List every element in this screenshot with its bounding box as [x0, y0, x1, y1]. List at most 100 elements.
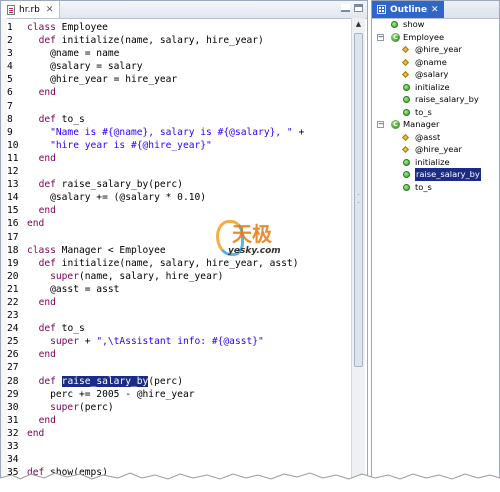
code-text: end — [27, 414, 56, 427]
field-icon — [401, 58, 410, 66]
code-text: end — [27, 86, 56, 99]
outline-node-label: raise_salary_by — [415, 94, 479, 104]
line-number: 20 — [7, 270, 19, 282]
code-text: end — [27, 348, 56, 361]
outline-node[interactable]: to_s — [372, 106, 499, 119]
code-line[interactable]: 14 @salary += (@salary * 0.10) — [7, 191, 337, 204]
code-token: super — [50, 401, 79, 413]
editor-tab-hr-rb[interactable]: hr.rb ✕ — [1, 1, 61, 18]
editor-vertical-scrollbar[interactable]: ▲ — [351, 18, 365, 491]
code-line[interactable]: 33 — [7, 440, 337, 453]
line-number: 23 — [7, 310, 19, 322]
close-icon[interactable]: ✕ — [46, 5, 54, 15]
scrollbar-thumb[interactable] — [354, 33, 363, 367]
code-line[interactable]: 18 class Manager < Employee — [7, 244, 337, 257]
outline-node[interactable]: show — [372, 18, 499, 31]
code-text: end — [27, 204, 56, 217]
code-line[interactable]: 26 end — [7, 348, 337, 361]
code-text: end — [27, 217, 44, 230]
outline-node[interactable]: raise_salary_by — [372, 93, 499, 106]
code-line[interactable]: 8 def to_s — [7, 113, 337, 126]
ruby-file-icon — [7, 4, 15, 15]
outline-node[interactable]: @name — [372, 56, 499, 69]
outline-node[interactable]: @salary — [372, 68, 499, 81]
code-line[interactable]: 5 @hire_year = hire_year — [7, 73, 337, 86]
line-number: 9 — [7, 126, 13, 138]
code-text: super(perc) — [27, 401, 114, 414]
code-token: end — [38, 152, 56, 164]
code-line[interactable]: 11 end — [7, 152, 337, 165]
outline-node[interactable]: to_s — [372, 181, 499, 194]
code-line[interactable]: 29 perc += 2005 - @hire_year — [7, 388, 337, 401]
code-line[interactable]: 6 end — [7, 86, 337, 99]
outline-node[interactable]: − C Manager — [372, 118, 499, 131]
code-text: class Employee — [27, 21, 108, 34]
code-line[interactable]: 20 super(name, salary, hire_year) — [7, 270, 337, 283]
outline-node-label: raise_salary_by — [415, 168, 481, 181]
method-icon — [403, 183, 410, 191]
code-line[interactable]: 21 @asst = asst — [7, 283, 337, 296]
code-line[interactable]: 17 — [7, 231, 337, 244]
code-area[interactable]: 1 class Employee 2 def initialize(name, sa… — [7, 21, 337, 479]
code-line[interactable]: 22 end — [7, 296, 337, 309]
outline-node[interactable]: − C Employee — [372, 31, 499, 44]
code-token: + — [292, 126, 305, 138]
code-line[interactable]: 16 end — [7, 217, 337, 230]
method-icon — [403, 158, 410, 166]
code-line[interactable]: 10 "hire year is #{@hire_year}" — [7, 139, 337, 152]
code-line[interactable]: 28 def raise_salary_by(perc) — [7, 375, 337, 388]
code-line[interactable]: 12 — [7, 165, 337, 178]
torn-edge — [0, 472, 500, 492]
outline-node[interactable]: @hire_year — [372, 143, 499, 156]
line-number: 8 — [7, 113, 13, 125]
code-line[interactable]: 31 end — [7, 414, 337, 427]
collapse-icon[interactable]: − — [377, 33, 384, 41]
line-number: 29 — [7, 388, 19, 400]
code-line[interactable]: 27 — [7, 361, 337, 374]
code-line[interactable]: 2 def initialize(name, salary, hire_year… — [7, 34, 337, 47]
editor-tab-label: hr.rb — [19, 4, 40, 15]
code-text: @asst = asst — [27, 283, 119, 296]
code-text: perc += 2005 - @hire_year — [27, 388, 194, 401]
code-token: super — [50, 270, 79, 282]
outline-node[interactable]: initialize — [372, 156, 499, 169]
outline-node[interactable]: @asst — [372, 131, 499, 144]
code-line[interactable]: 9 "Name is #{@name}, salary is #{@salary… — [7, 126, 337, 139]
line-number: 11 — [7, 152, 19, 164]
code-line[interactable]: 13 def raise_salary_by(perc) — [7, 178, 337, 191]
code-line[interactable]: 15 end — [7, 204, 337, 217]
code-line[interactable]: 30 super(perc) — [7, 401, 337, 414]
code-line[interactable]: 3 @name = name — [7, 47, 337, 60]
code-line[interactable]: 7 — [7, 100, 337, 113]
tab-outline[interactable]: Outline ✕ — [372, 1, 444, 18]
code-line[interactable]: 25 super + ",\tAssistant info: #{@asst}" — [7, 335, 337, 348]
code-token: Manager < Employee — [55, 244, 166, 256]
scroll-up-icon[interactable]: ▲ — [352, 18, 365, 31]
maximize-icon[interactable] — [354, 4, 363, 12]
code-line[interactable]: 32 end — [7, 427, 337, 440]
code-token: def — [38, 113, 56, 125]
code-text: "hire year is #{@hire_year}" — [27, 139, 212, 152]
code-line[interactable]: 1 class Employee — [7, 21, 337, 34]
code-line[interactable]: 4 @salary = salary — [7, 60, 337, 73]
outline-node[interactable]: @hire_year — [372, 43, 499, 56]
outline-node[interactable]: raise_salary_by — [372, 168, 499, 181]
code-text: class Manager < Employee — [27, 244, 166, 257]
code-text: @hire_year = hire_year — [27, 73, 177, 86]
line-number: 10 — [7, 139, 19, 151]
outline-node[interactable]: initialize — [372, 81, 499, 94]
code-line[interactable]: 19 def initialize(name, salary, hire_yea… — [7, 257, 337, 270]
code-line[interactable]: 24 def to_s — [7, 322, 337, 335]
close-icon[interactable]: ✕ — [431, 5, 439, 15]
code-line[interactable]: 23 — [7, 309, 337, 322]
code-token: Employee — [55, 22, 108, 33]
code-token: initialize(name, salary, hire_year, asst… — [55, 257, 299, 269]
code-line[interactable]: 34 — [7, 453, 337, 466]
code-token: def — [38, 179, 56, 191]
minimize-icon[interactable] — [341, 4, 350, 12]
collapse-icon[interactable]: − — [377, 121, 384, 128]
